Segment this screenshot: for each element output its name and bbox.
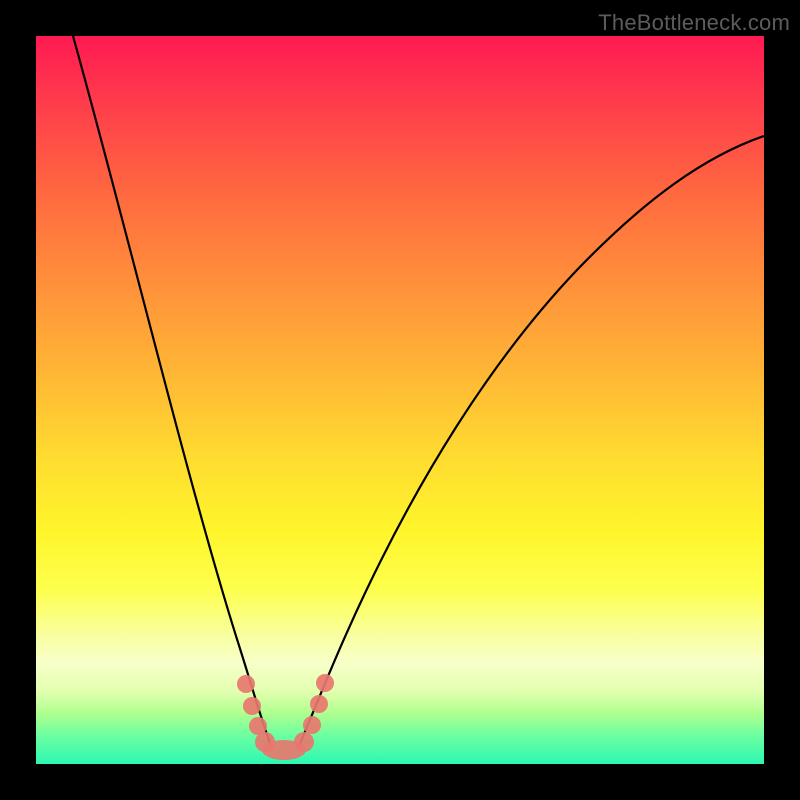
valley-markers [237,674,334,760]
chart-svg [36,36,764,764]
curve-left [73,36,271,746]
chart-frame: TheBottleneck.com [0,0,800,800]
curve-right [299,136,764,746]
watermark-text: TheBottleneck.com [598,10,790,36]
chart-area [36,36,764,764]
